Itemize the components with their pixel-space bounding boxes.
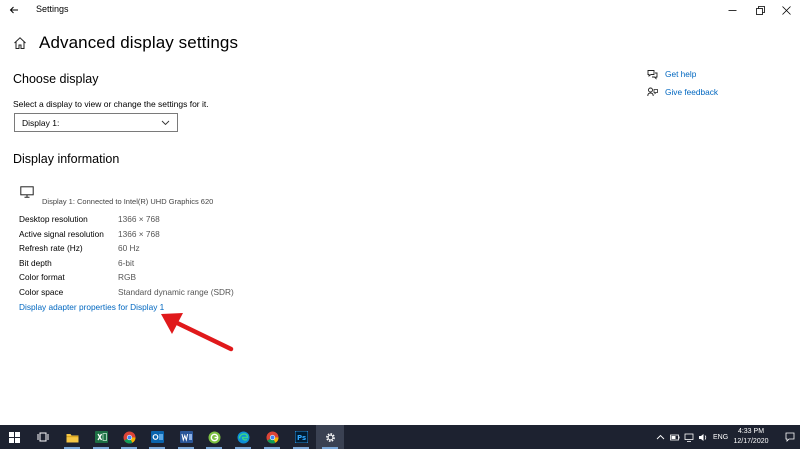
info-row-color-space: Color space Standard dynamic range (SDR)	[19, 287, 339, 299]
taskbar-photoshop[interactable]: Ps	[287, 425, 315, 449]
info-row-active-signal-resolution: Active signal resolution 1366 × 768	[19, 229, 339, 241]
display-information-heading: Display information	[13, 152, 120, 166]
info-value: 6-bit	[118, 258, 135, 268]
edge-icon	[237, 431, 249, 443]
display-adapter-properties-link[interactable]: Display adapter properties for Display 1	[19, 302, 164, 312]
give-feedback-label: Give feedback	[665, 87, 719, 97]
info-row-refresh-rate: Refresh rate (Hz) 60 Hz	[19, 243, 339, 255]
taskbar-clock[interactable]: 4:33 PM 12/17/2020	[726, 427, 776, 447]
give-feedback-link[interactable]: Give feedback	[647, 86, 718, 98]
task-view-button[interactable]	[29, 425, 57, 449]
start-button[interactable]	[0, 425, 28, 449]
home-icon[interactable]	[13, 36, 27, 50]
info-row-color-format: Color format RGB	[19, 272, 339, 284]
info-row-desktop-resolution: Desktop resolution 1366 × 768	[19, 214, 339, 226]
taskbar-chrome[interactable]	[115, 425, 143, 449]
outlook-icon	[150, 431, 164, 443]
greenshot-icon	[208, 431, 220, 443]
window-title: Settings	[36, 4, 69, 14]
title-bar: Settings	[0, 0, 800, 20]
info-value: 1366 × 768	[118, 214, 160, 224]
action-center-button[interactable]	[780, 425, 800, 449]
info-label: Bit depth	[19, 258, 52, 268]
taskbar-word[interactable]	[172, 425, 200, 449]
photoshop-icon: Ps	[294, 431, 308, 443]
info-value: Standard dynamic range (SDR)	[118, 287, 234, 297]
info-row-bit-depth: Bit depth 6-bit	[19, 258, 339, 270]
excel-icon	[94, 431, 108, 443]
back-arrow-icon	[9, 6, 18, 14]
close-icon	[781, 5, 791, 15]
taskbar-outlook[interactable]	[143, 425, 171, 449]
notification-icon	[785, 432, 795, 442]
minimize-icon	[728, 9, 736, 11]
info-label: Color space	[19, 287, 64, 297]
settings-gear-icon	[325, 432, 335, 442]
taskbar-greenshot[interactable]	[200, 425, 228, 449]
taskbar-file-explorer[interactable]	[58, 425, 86, 449]
taskbar-chrome-2[interactable]	[258, 425, 286, 449]
back-button[interactable]	[4, 1, 24, 19]
chevron-down-icon	[161, 120, 170, 126]
info-label: Active signal resolution	[19, 229, 104, 239]
clock-date: 12/17/2020	[733, 438, 769, 445]
display-select[interactable]: Display 1:	[14, 113, 178, 132]
info-value: 60 Hz	[118, 243, 140, 253]
monitor-icon	[20, 186, 34, 198]
minimize-button[interactable]	[718, 0, 746, 20]
choose-display-heading: Choose display	[13, 72, 99, 86]
restore-button[interactable]	[746, 0, 774, 20]
info-value: 1366 × 768	[118, 229, 160, 239]
chrome-icon	[266, 431, 278, 444]
taskbar-excel[interactable]	[87, 425, 115, 449]
taskbar-settings[interactable]	[316, 425, 344, 449]
get-help-link[interactable]: Get help	[647, 68, 696, 80]
info-label: Desktop resolution	[19, 214, 88, 224]
display-connection-text: Display 1: Connected to Intel(R) UHD Gra…	[42, 197, 214, 206]
chrome-icon	[123, 431, 135, 444]
word-icon	[179, 431, 193, 443]
network-icon[interactable]	[684, 433, 694, 442]
info-label: Color format	[19, 272, 65, 282]
info-value: RGB	[118, 272, 136, 282]
svg-text:Ps: Ps	[297, 434, 306, 442]
chevron-up-icon[interactable]	[656, 433, 665, 442]
volume-icon[interactable]	[698, 433, 708, 442]
restore-icon	[755, 5, 765, 15]
page-title: Advanced display settings	[39, 33, 239, 52]
clock-time: 4:33 PM	[737, 428, 765, 435]
get-help-label: Get help	[665, 69, 697, 79]
feedback-icon	[647, 87, 658, 96]
chat-help-icon	[647, 69, 658, 80]
system-tray: ENG	[656, 425, 728, 449]
task-view-icon	[37, 432, 49, 442]
windows-start-icon	[8, 431, 20, 443]
info-label: Refresh rate (Hz)	[19, 243, 83, 253]
battery-icon[interactable]	[670, 433, 680, 442]
taskbar: Ps ENG 4:33 PM 12/17/2020	[0, 425, 800, 449]
display-select-value: Display 1:	[22, 117, 60, 128]
close-button[interactable]	[772, 0, 800, 20]
choose-display-description: Select a display to view or change the s…	[13, 99, 209, 109]
red-arrow-annotation	[161, 313, 234, 352]
taskbar-edge[interactable]	[229, 425, 257, 449]
file-explorer-icon	[66, 433, 78, 442]
